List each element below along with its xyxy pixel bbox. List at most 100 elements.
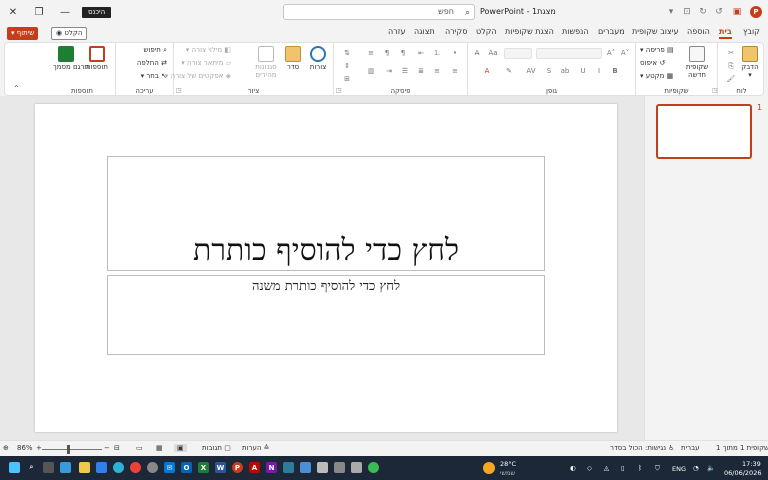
- language-status[interactable]: עברית: [681, 444, 700, 452]
- tab-file[interactable]: קובץ: [743, 27, 760, 36]
- settings-icon[interactable]: [317, 462, 328, 473]
- tab-record[interactable]: הקלט: [476, 27, 497, 36]
- mail-icon[interactable]: ✉: [164, 462, 175, 473]
- new-slide-button[interactable]: שקופית חדשה: [682, 46, 712, 79]
- strikethrough-icon[interactable]: ab: [560, 66, 570, 76]
- zoom-slider-thumb[interactable]: [66, 445, 70, 454]
- tab-animations[interactable]: הנפשות: [562, 27, 589, 36]
- device-icon[interactable]: [334, 462, 345, 473]
- collapse-ribbon-icon[interactable]: ⌃: [13, 84, 20, 93]
- translate-button[interactable]: תרגם מסמך: [53, 46, 89, 71]
- restore-window-button[interactable]: ❐: [26, 4, 52, 20]
- rtl-icon[interactable]: ¶: [382, 48, 392, 58]
- title-placeholder[interactable]: לחץ כדי להוסיף כותרת: [107, 156, 545, 271]
- customize-toolbar-icon[interactable]: ▾: [664, 5, 678, 19]
- align-left-icon[interactable]: ≡: [450, 66, 460, 76]
- clock-time[interactable]: 17:39: [742, 460, 761, 468]
- notes-button[interactable]: הערות ≙: [242, 444, 270, 452]
- grow-font-icon[interactable]: A˄: [606, 48, 616, 58]
- input-language[interactable]: ENG: [672, 465, 686, 473]
- store-icon[interactable]: [96, 462, 107, 473]
- shape-fill-button[interactable]: ◧ מילוי צורה ▾: [186, 46, 231, 54]
- zoom-slider[interactable]: [42, 449, 102, 450]
- zoom-in-icon[interactable]: +: [36, 444, 42, 452]
- tray-network-icon[interactable]: ◇: [587, 464, 592, 472]
- align-right-icon[interactable]: ≡: [432, 66, 442, 76]
- tab-view[interactable]: תצוגה: [414, 27, 435, 36]
- tab-design[interactable]: עיצוב שקופית: [632, 27, 678, 36]
- indent-decrease-icon[interactable]: ⇤: [416, 48, 426, 58]
- cut-icon[interactable]: ✂: [726, 48, 736, 58]
- subtitle-placeholder[interactable]: לחץ כדי להוסיף כותרת משנה: [107, 275, 545, 355]
- zoom-out-icon[interactable]: −: [104, 444, 110, 452]
- comments-button[interactable]: תגובות ▢: [202, 444, 231, 452]
- arrange-button[interactable]: סדר: [282, 46, 304, 71]
- shape-effects-button[interactable]: ◈ אפקטים של צורה ▾: [165, 72, 231, 80]
- tray-defender-icon[interactable]: ⛉: [655, 464, 660, 473]
- addins-button[interactable]: תוספות: [83, 46, 111, 71]
- copy-icon[interactable]: ⎘: [726, 61, 736, 71]
- tab-help[interactable]: עזרה: [388, 27, 406, 36]
- slide-canvas[interactable]: לחץ כדי להוסיף כותרת לחץ כדי להוסיף כותר…: [35, 104, 617, 432]
- presentation-icon[interactable]: ⊡: [680, 5, 694, 19]
- char-spacing-icon[interactable]: AV: [526, 66, 536, 76]
- save-icon[interactable]: ▣: [730, 5, 744, 19]
- tab-review[interactable]: סקירה: [445, 27, 467, 36]
- tray-wifi-signal-icon[interactable]: ◔: [693, 464, 699, 472]
- tab-transitions[interactable]: מעברים: [598, 27, 625, 36]
- close-window-button[interactable]: ✕: [0, 4, 26, 20]
- record-button[interactable]: ◉ הקלט: [51, 27, 88, 40]
- ltr-icon[interactable]: ¶: [398, 48, 408, 58]
- taskbar-search-icon[interactable]: ⌕: [26, 462, 37, 473]
- shadow-icon[interactable]: S: [544, 66, 554, 76]
- notepad-icon[interactable]: [351, 462, 362, 473]
- widgets-icon[interactable]: [60, 462, 71, 473]
- indent-icon[interactable]: ⇥: [384, 66, 394, 76]
- weather-temperature[interactable]: 28°C: [500, 460, 516, 468]
- font-name-select[interactable]: [536, 48, 602, 59]
- quick-styles-button[interactable]: סגנונות מהירים: [252, 46, 280, 79]
- search-box[interactable]: ⌕ חפש: [283, 4, 475, 20]
- reading-view-icon[interactable]: ▭: [136, 444, 143, 452]
- text-direction-icon[interactable]: ⇅: [342, 48, 352, 58]
- minimize-window-button[interactable]: —: [52, 4, 78, 20]
- chrome-icon[interactable]: [130, 462, 141, 473]
- italic-icon[interactable]: I: [594, 66, 604, 76]
- smartart-icon[interactable]: ⊞: [342, 74, 352, 84]
- bullets-icon[interactable]: •: [450, 48, 460, 58]
- reset-button[interactable]: ↺ איפוס: [640, 59, 665, 67]
- shape-outline-button[interactable]: ▱ מיתאר צורה ▾: [181, 59, 231, 67]
- redo-icon[interactable]: ↻: [696, 5, 710, 19]
- slideshow-view-icon[interactable]: ⊟: [114, 444, 120, 452]
- sign-in-button[interactable]: היכנס: [82, 7, 112, 18]
- accessibility-status[interactable]: נגישות: הכול בסדר ♿: [610, 444, 675, 452]
- find-button[interactable]: ⌕ חיפוש: [143, 46, 167, 55]
- section-button[interactable]: ▦ מקטע ▾: [640, 72, 673, 80]
- bold-icon[interactable]: B: [610, 66, 620, 76]
- justify-icon[interactable]: ☰: [400, 66, 410, 76]
- tray-volume-icon[interactable]: 🔈: [707, 464, 715, 472]
- onenote-icon[interactable]: N: [266, 462, 277, 473]
- clear-formatting-icon[interactable]: A̶: [472, 48, 482, 58]
- excel-icon[interactable]: X: [198, 462, 209, 473]
- word-icon[interactable]: W: [215, 462, 226, 473]
- shrink-font-icon[interactable]: A˅: [620, 48, 630, 58]
- columns-icon[interactable]: ▥: [366, 66, 376, 76]
- numbering-icon[interactable]: ⒈: [432, 48, 442, 58]
- highlight-icon[interactable]: ✎: [504, 66, 514, 76]
- slide-sorter-icon[interactable]: ▦: [156, 444, 163, 452]
- normal-view-icon[interactable]: ▣: [174, 444, 187, 452]
- font-color-icon[interactable]: A: [482, 66, 492, 76]
- clipboard-launcher-icon[interactable]: ◳: [712, 87, 718, 94]
- clock-date[interactable]: 06/06/2026: [724, 469, 761, 477]
- tab-insert[interactable]: הוספה: [687, 27, 710, 36]
- task-view-icon[interactable]: [43, 462, 54, 473]
- app-icon[interactable]: [147, 462, 158, 473]
- tray-bluetooth-icon[interactable]: ᛒ: [638, 464, 642, 472]
- shapes-button[interactable]: צורות: [306, 46, 330, 71]
- font-size-select[interactable]: [504, 48, 532, 59]
- weather-condition[interactable]: שמשי: [500, 469, 515, 477]
- slide-thumbnail[interactable]: [656, 104, 752, 159]
- powerpoint-taskbar-icon[interactable]: P: [232, 462, 243, 473]
- windows-start-icon[interactable]: [9, 462, 20, 473]
